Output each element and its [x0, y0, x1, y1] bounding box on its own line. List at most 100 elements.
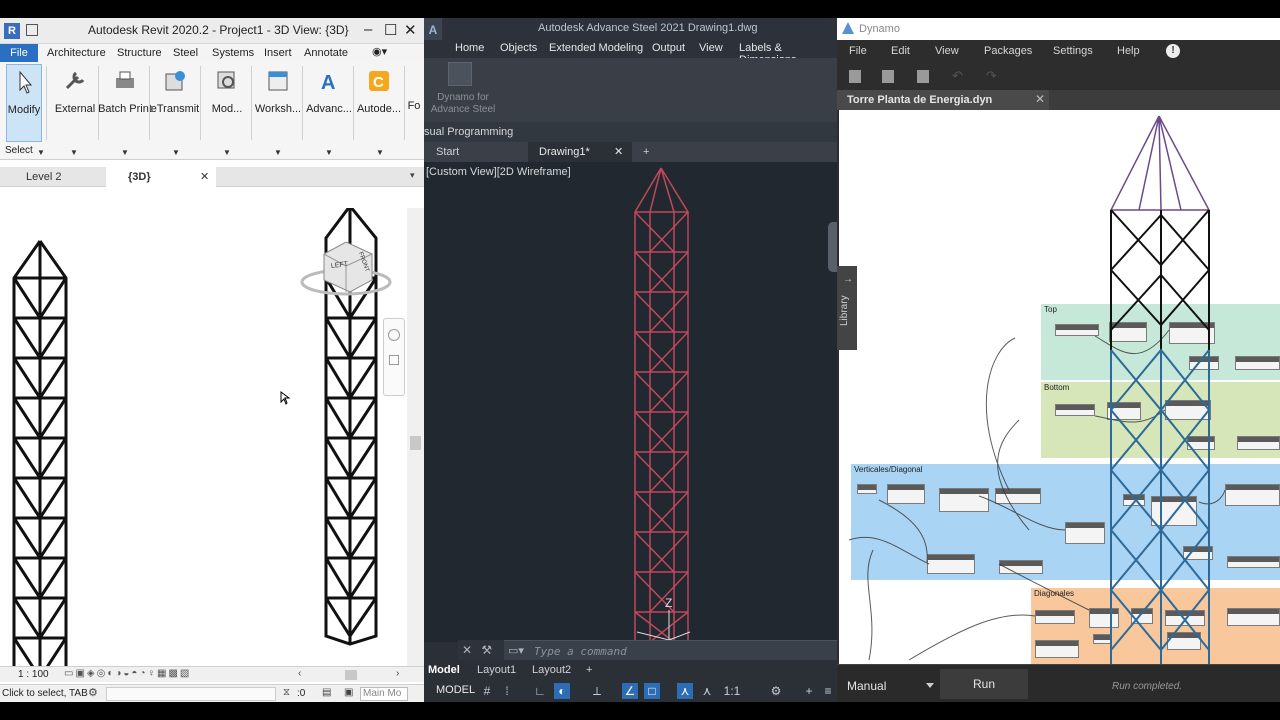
- chevron-down-icon[interactable]: [926, 683, 934, 688]
- navigation-wheel-icon[interactable]: [828, 222, 837, 272]
- object-snap-icon[interactable]: □: [644, 683, 660, 699]
- chevron-down-icon[interactable]: ▼: [121, 148, 129, 157]
- revit-vertical-scrollbar[interactable]: [407, 208, 424, 678]
- steel-model-viewport[interactable]: [Custom View][2D Wireframe] Z: [424, 162, 837, 642]
- view-scale[interactable]: 1 : 100: [18, 669, 49, 680]
- batch-print-button[interactable]: Batch Print: [98, 64, 152, 142]
- tab-level-2[interactable]: Level 2: [4, 167, 104, 187]
- run-mode-dropdown[interactable]: Manual: [847, 679, 886, 693]
- run-button[interactable]: Run: [940, 669, 1028, 699]
- snap-icon[interactable]: ⁞: [499, 683, 515, 699]
- filter-icon[interactable]: ⧖: [283, 687, 290, 698]
- open-file-icon[interactable]: [882, 70, 894, 83]
- viewport-label[interactable]: [Custom View][2D Wireframe]: [426, 166, 571, 178]
- isodraft-icon[interactable]: ⟂: [589, 683, 605, 699]
- autodesk-button[interactable]: C Autode...: [354, 64, 404, 142]
- form-button[interactable]: Fo: [404, 64, 424, 142]
- chevron-left-icon[interactable]: ‹: [298, 668, 301, 679]
- chevron-down-icon[interactable]: ▼: [172, 148, 180, 157]
- menu-packages[interactable]: Packages: [984, 45, 1032, 57]
- tab-objects[interactable]: Objects: [500, 42, 537, 54]
- tab-steel[interactable]: Steel: [173, 47, 198, 59]
- plus-icon[interactable]: +: [801, 683, 817, 699]
- worksharing-button[interactable]: Worksh...: [253, 64, 303, 142]
- scrollbar-thumb[interactable]: [410, 436, 421, 450]
- close-icon[interactable]: ✕: [200, 167, 209, 187]
- main-model-dropdown[interactable]: Main Mo: [360, 687, 408, 701]
- ribbon-options-icon[interactable]: ◉▾: [372, 45, 387, 58]
- navigation-bar[interactable]: [383, 318, 405, 396]
- tab-structure[interactable]: Structure: [117, 47, 162, 59]
- command-input[interactable]: Type a command: [534, 645, 627, 658]
- chevron-down-icon[interactable]: ▼: [274, 148, 282, 157]
- close-icon[interactable]: ✕: [1035, 92, 1045, 106]
- design-options-icon[interactable]: ▣: [344, 687, 353, 698]
- menu-icon[interactable]: ≡: [820, 683, 836, 699]
- osnap-tracking-icon[interactable]: ∠: [622, 683, 638, 699]
- annotation-scale[interactable]: 1:1: [720, 683, 744, 699]
- menu-edit[interactable]: Edit: [891, 45, 910, 57]
- editing-requests-icon[interactable]: ▤: [322, 687, 331, 698]
- notification-icon[interactable]: !: [1166, 44, 1180, 58]
- file-menu[interactable]: File: [0, 44, 38, 62]
- tab-start[interactable]: Start: [436, 142, 526, 162]
- annotation-visibility-icon[interactable]: ⋏: [677, 683, 693, 699]
- minimize-icon[interactable]: –: [364, 21, 372, 38]
- menu-help[interactable]: Help: [1117, 45, 1140, 57]
- new-file-icon[interactable]: [849, 70, 861, 83]
- dynamo-for-advance-steel-label[interactable]: Dynamo for Advance Steel: [428, 92, 498, 116]
- tab-home[interactable]: Home: [455, 42, 484, 54]
- chevron-down-icon[interactable]: ▼: [325, 148, 333, 157]
- close-icon[interactable]: ✕: [614, 142, 623, 162]
- command-prompt-icon[interactable]: ▭▾: [508, 644, 524, 657]
- tab-insert[interactable]: Insert: [264, 47, 292, 59]
- view-control-icons[interactable]: ▭▣◈◎◐◑◒◓◔♀▦▩▧: [64, 668, 191, 679]
- command-line[interactable]: ▭▾ Type a command: [504, 640, 837, 660]
- advance-steel-button[interactable]: A Advanc...: [304, 64, 354, 142]
- auto-scale-icon[interactable]: ⋏: [699, 683, 715, 699]
- tab-architecture[interactable]: Architecture: [47, 47, 106, 59]
- workset-dropdown[interactable]: [106, 687, 276, 701]
- new-tab-plus-icon[interactable]: +: [643, 142, 649, 162]
- etransmit-button[interactable]: eTransmit: [150, 64, 200, 142]
- close-icon[interactable]: ✕: [458, 643, 472, 657]
- polar-tracking-icon[interactable]: ◐: [554, 683, 570, 699]
- arrow-right-icon[interactable]: →: [843, 274, 853, 285]
- tab-view[interactable]: View: [699, 42, 723, 54]
- chevron-down-icon[interactable]: ▾: [410, 170, 415, 181]
- add-layout-plus-icon[interactable]: +: [586, 664, 592, 676]
- dynamo-graph-canvas[interactable]: Top Bottom Verticales/Diagonal Diagonale…: [839, 110, 1280, 664]
- grid-icon[interactable]: #: [479, 683, 495, 699]
- redo-icon[interactable]: ↷: [986, 68, 997, 84]
- tab-output[interactable]: Output: [652, 42, 685, 54]
- model-review-button[interactable]: Mod...: [202, 64, 252, 142]
- menu-settings[interactable]: Settings: [1053, 45, 1093, 57]
- tab-layout1[interactable]: Layout1: [477, 664, 516, 676]
- menu-file[interactable]: File: [849, 45, 867, 57]
- gear-icon[interactable]: ⚙: [768, 683, 784, 699]
- zoom-icon[interactable]: [389, 355, 399, 365]
- quick-access-icon[interactable]: [26, 24, 38, 36]
- horizontal-scroll-thumb[interactable]: [345, 670, 357, 680]
- maximize-icon[interactable]: ☐: [384, 21, 397, 39]
- save-file-icon[interactable]: [917, 70, 929, 83]
- external-button[interactable]: External: [50, 64, 100, 142]
- menu-view[interactable]: View: [935, 45, 959, 57]
- tab-layout2[interactable]: Layout2: [532, 664, 571, 676]
- chevron-down-icon[interactable]: ▼: [223, 148, 231, 157]
- worksets-icon[interactable]: ⚙: [88, 686, 98, 699]
- chevron-right-icon[interactable]: ›: [396, 668, 399, 679]
- chevron-down-icon[interactable]: ▼: [376, 148, 384, 157]
- chevron-down-icon[interactable]: ▼: [70, 148, 78, 157]
- tab-annotate[interactable]: Annotate: [304, 47, 348, 59]
- undo-icon[interactable]: ↶: [952, 68, 963, 84]
- modify-button[interactable]: Modify: [6, 64, 42, 142]
- revit-logo-icon[interactable]: R: [4, 23, 20, 39]
- model-space-button[interactable]: MODEL: [436, 684, 475, 696]
- tab-model[interactable]: Model: [428, 664, 460, 676]
- tab-3d-view[interactable]: {3D} ✕: [106, 167, 216, 187]
- steering-wheel-icon[interactable]: [388, 329, 400, 341]
- wrench-icon[interactable]: ⚒: [475, 643, 492, 657]
- chevron-down-icon[interactable]: ▼: [37, 148, 45, 157]
- close-icon[interactable]: ✕: [404, 21, 417, 39]
